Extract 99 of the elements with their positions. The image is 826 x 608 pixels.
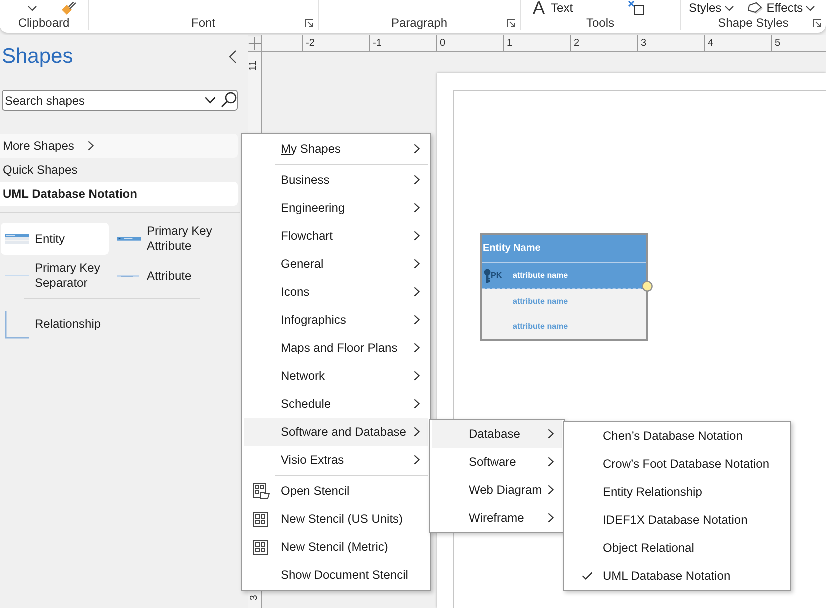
group-label: Shape Styles [718,16,789,30]
chevron-right-icon [548,429,554,439]
connection-point-icon [642,281,653,292]
stencil-shape[interactable]: Primary Key Attribute [113,223,221,255]
dialog-launcher-icon[interactable] [813,18,822,28]
panel-title: Shapes [2,45,74,69]
group-label: Font [191,16,216,30]
chevron-right-icon [414,203,420,213]
ruler-label: 0 [439,38,446,49]
menu-item[interactable]: Engineering [244,194,428,222]
search-icon[interactable] [221,92,237,108]
menu-item[interactable]: Network [244,362,428,390]
text-tool-icon: A [533,0,546,16]
attribute-name: attribute name [513,297,568,306]
effects-button[interactable]: Effects [748,1,816,15]
menu-item[interactable]: New Stencil (Metric) [244,533,428,561]
ruler-label: 1 [506,38,513,49]
collapse-chevron-icon[interactable] [229,50,237,64]
menu-item[interactable]: Wireframe [432,504,562,532]
stencil-grid-icon [253,540,268,554]
stencil-nav-item[interactable]: Quick Shapes [0,158,238,182]
ruler-label: 4 [707,38,714,49]
search-field[interactable]: Search shapes [2,90,238,111]
ruler-label: 5 [774,38,781,49]
chevron-right-icon [414,175,420,185]
menu-item[interactable]: Software and Database [244,418,428,446]
chevron-right-icon [548,485,554,495]
stencil-shape[interactable]: Attribute [113,260,221,292]
chevron-right-icon [548,513,554,523]
menu-item[interactable]: UML Database Notation [566,562,788,590]
chevron-right-icon [414,315,420,325]
connection-point-tool-icon[interactable] [628,1,644,15]
chevron-right-icon [414,144,420,154]
menu-item[interactable]: Object Relational [566,534,788,562]
chevron-right-icon [414,399,420,409]
ruler-label: 2 [573,38,580,49]
chevron-right-icon [414,371,420,381]
text-tool-button[interactable]: A Text [533,0,574,16]
stencil-shape[interactable]: Primary Key Separator [1,260,109,292]
ruler-label: -1 [372,38,382,49]
menu-item[interactable]: Show Document Stencil [244,561,428,589]
group-label: Clipboard [18,16,70,30]
chevron-right-icon [88,141,94,151]
group-label: Paragraph [391,16,448,30]
connector-line-icon [5,310,29,338]
stencil-shape[interactable]: Relationship [1,309,109,340]
dialog-launcher-icon[interactable] [507,18,516,28]
ruler-label: -2 [305,38,315,49]
menu-item[interactable]: Database [432,420,562,448]
menu-item[interactable]: New Stencil (US Units) [244,505,428,533]
key-label: PK [491,271,502,280]
caret-down-icon [724,6,734,10]
ruler-label: 3 [640,38,647,49]
entity-title: Entity Name [482,235,646,263]
separator-line-icon [5,275,29,277]
dropdown-button[interactable]: Styles [689,1,734,15]
stencil-shape[interactable]: Entity [1,223,109,255]
menu-item[interactable]: Visio Extras [244,446,428,474]
attribute-name: attribute name [513,271,568,280]
chevron-right-icon [414,287,420,297]
primary-key-row-icon [117,237,141,241]
menu-item[interactable]: Icons [244,278,428,306]
menu-item[interactable]: Flowchart [244,222,428,250]
chevron-down-icon[interactable] [205,97,216,104]
menu-item[interactable]: My Shapes [244,135,428,163]
menu-item[interactable]: IDEF1X Database Notation [566,506,788,534]
attribute-row-icon [117,274,139,278]
menu-item[interactable]: Schedule [244,390,428,418]
chevron-right-icon [414,259,420,269]
chevron-right-icon [548,457,554,467]
menu-item[interactable]: Infographics [244,306,428,334]
menu-item[interactable]: Maps and Floor Plans [244,334,428,362]
chevron-right-icon [414,427,420,437]
entity-shape-icon [5,234,29,244]
chevron-right-icon [414,231,420,241]
stencil-nav-item[interactable]: UML Database Notation [0,182,238,206]
menu-item[interactable]: Business [244,166,428,194]
stencil-grid-icon [253,512,268,526]
attribute-name: attribute name [513,322,568,331]
paintbrush-icon[interactable] [61,2,77,14]
chevron-right-icon [414,455,420,465]
stencil-nav-item[interactable]: More Shapes [0,134,238,158]
chevron-right-icon [414,343,420,353]
group-label: Tools [586,16,614,30]
open-stencil-icon [253,483,270,499]
caret-down-icon [806,6,816,10]
menu-item[interactable]: Entity Relationship [566,478,788,506]
menu-item[interactable]: General [244,250,428,278]
ruler-label: 11 [248,60,260,72]
menu-item[interactable]: Software [432,448,562,476]
key-icon [484,268,491,282]
dialog-launcher-icon[interactable] [305,18,314,28]
menu-item[interactable]: Web Diagram [432,476,562,504]
menu-item[interactable]: Crow’s Foot Database Notation [566,450,788,478]
check-icon [582,572,593,580]
ruler-label: 3 [248,595,260,601]
menu-item[interactable]: Chen’s Database Notation [566,422,788,450]
menu-item[interactable]: Open Stencil [244,477,428,505]
caret-down-icon[interactable] [28,6,37,10]
